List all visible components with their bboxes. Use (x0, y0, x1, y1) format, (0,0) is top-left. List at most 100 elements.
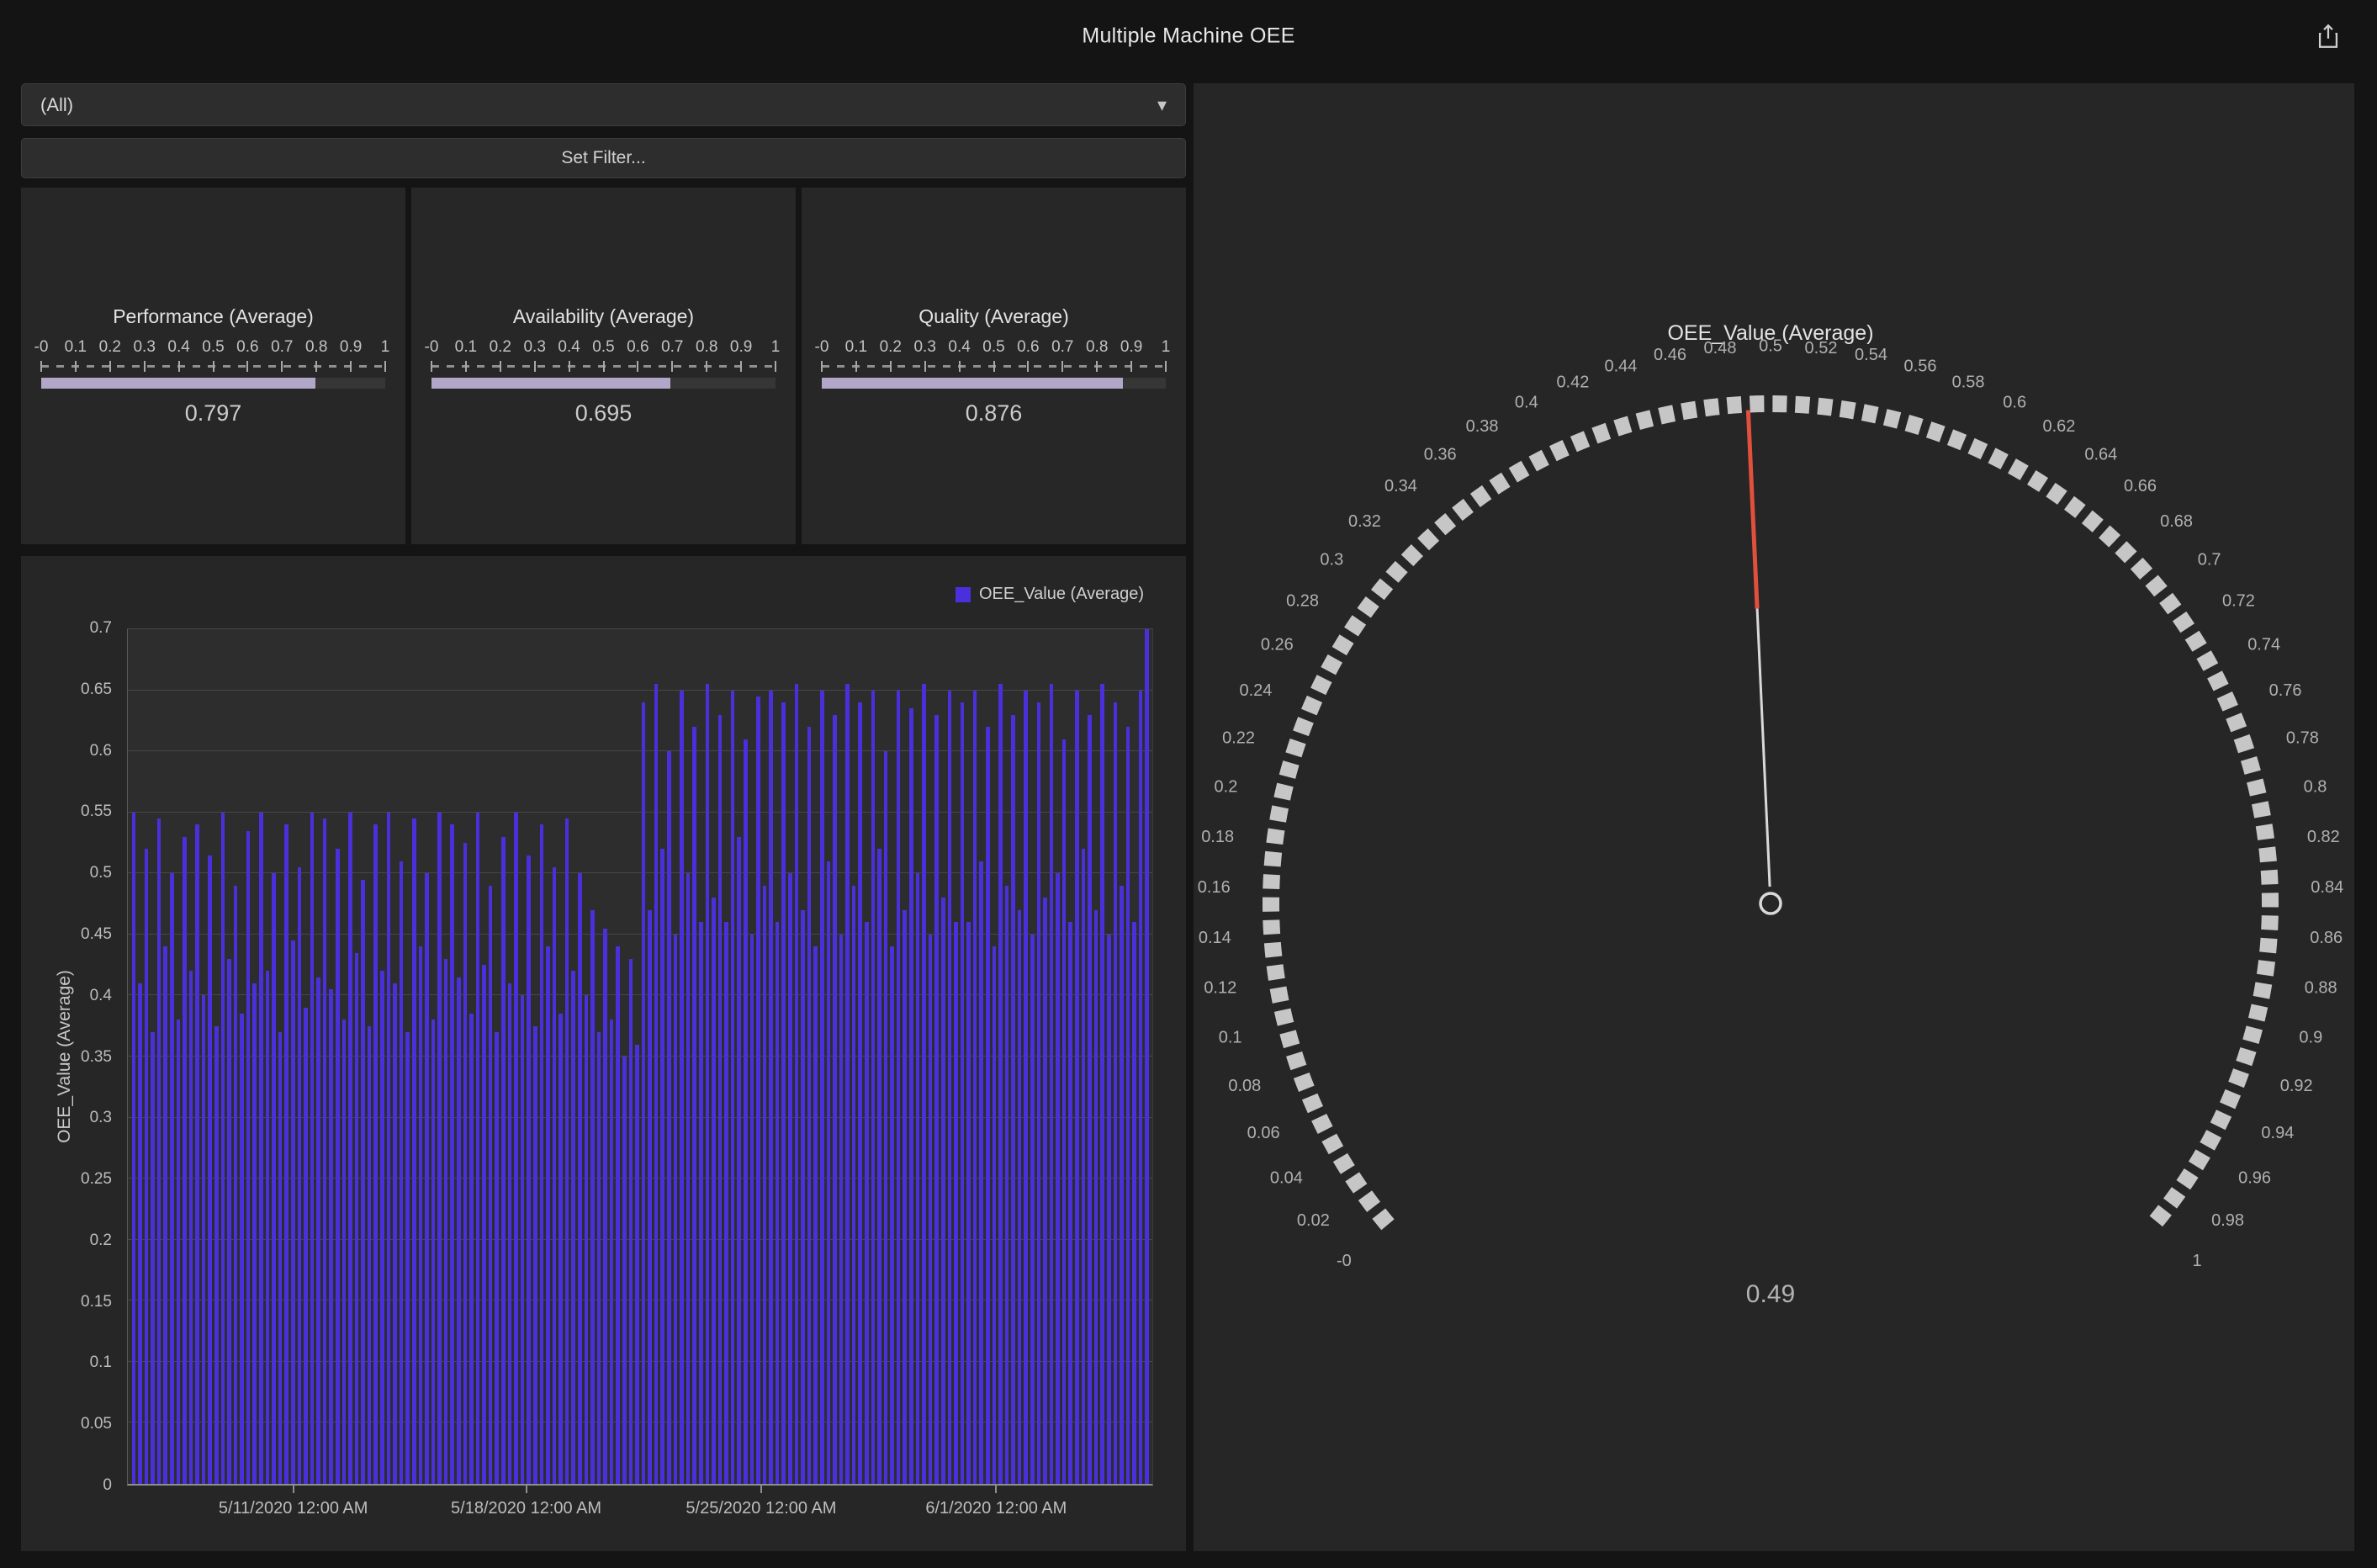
bar[interactable] (425, 873, 429, 1484)
bar[interactable] (214, 1026, 219, 1484)
bar[interactable] (482, 965, 486, 1484)
bar[interactable] (540, 824, 544, 1484)
bar[interactable] (616, 946, 620, 1484)
bar[interactable] (355, 953, 359, 1484)
bar[interactable] (132, 813, 136, 1484)
bar[interactable] (858, 702, 862, 1484)
bar[interactable] (934, 715, 939, 1484)
bar[interactable] (635, 1045, 639, 1485)
bar[interactable] (202, 995, 206, 1484)
bar[interactable] (272, 873, 276, 1484)
bar[interactable] (1062, 739, 1067, 1484)
bar[interactable] (284, 824, 289, 1484)
bar[interactable] (852, 886, 856, 1484)
bar[interactable] (380, 971, 384, 1484)
bar[interactable] (444, 959, 448, 1484)
bar[interactable] (706, 684, 710, 1484)
bar[interactable] (495, 1032, 499, 1484)
bar[interactable] (195, 824, 199, 1484)
bar[interactable] (648, 910, 652, 1484)
bar[interactable] (348, 813, 352, 1484)
bar[interactable] (183, 837, 187, 1484)
bar[interactable] (405, 1032, 410, 1484)
bar[interactable] (1139, 691, 1143, 1484)
bar[interactable] (610, 1020, 614, 1484)
bar[interactable] (603, 929, 607, 1484)
bar[interactable] (877, 849, 881, 1484)
bar[interactable] (227, 959, 231, 1484)
bar[interactable] (903, 910, 907, 1484)
bar[interactable] (501, 837, 506, 1484)
bar[interactable] (1100, 684, 1104, 1484)
bar[interactable] (521, 995, 525, 1484)
bar[interactable] (827, 861, 831, 1484)
bar[interactable] (724, 922, 728, 1484)
share-button[interactable] (2310, 18, 2347, 55)
bar[interactable] (890, 946, 894, 1484)
bar[interactable] (795, 684, 799, 1484)
bar[interactable] (1011, 715, 1015, 1484)
bar[interactable] (763, 886, 767, 1484)
bar[interactable] (514, 813, 518, 1484)
machine-filter-dropdown[interactable]: (All) ▾ (21, 83, 1186, 126)
bar[interactable] (1018, 910, 1022, 1484)
bar[interactable] (788, 873, 792, 1484)
bar[interactable] (1120, 886, 1124, 1484)
bar[interactable] (329, 989, 333, 1484)
bar[interactable] (718, 715, 723, 1484)
bar[interactable] (1114, 702, 1118, 1484)
bar[interactable] (476, 813, 480, 1484)
bar[interactable] (1088, 715, 1092, 1484)
bar[interactable] (368, 1026, 372, 1484)
bar[interactable] (865, 922, 869, 1484)
bar[interactable] (463, 843, 468, 1484)
bar[interactable] (291, 940, 295, 1484)
bar[interactable] (1094, 910, 1099, 1484)
bar[interactable] (157, 818, 161, 1484)
bar[interactable] (750, 935, 754, 1484)
bar[interactable] (813, 946, 818, 1484)
bar[interactable] (437, 813, 442, 1484)
bar[interactable] (457, 977, 461, 1484)
bar[interactable] (170, 873, 174, 1484)
bar[interactable] (839, 935, 844, 1484)
bar[interactable] (776, 922, 780, 1484)
bar[interactable] (316, 977, 320, 1484)
bar[interactable] (412, 818, 416, 1484)
bar[interactable] (278, 1032, 283, 1484)
bar[interactable] (680, 691, 684, 1484)
bar[interactable] (527, 856, 531, 1484)
bar[interactable] (336, 849, 340, 1484)
bar[interactable] (973, 691, 977, 1484)
bar[interactable] (373, 824, 378, 1484)
bar[interactable] (1068, 922, 1072, 1484)
bar[interactable] (546, 946, 550, 1484)
bar[interactable] (884, 751, 888, 1484)
bar[interactable] (737, 837, 741, 1484)
bar[interactable] (1037, 702, 1041, 1484)
bar[interactable] (304, 1008, 308, 1484)
bar[interactable] (585, 995, 589, 1484)
bar[interactable] (801, 910, 805, 1484)
bar[interactable] (922, 684, 926, 1484)
bar[interactable] (234, 886, 238, 1484)
bar[interactable] (1075, 691, 1079, 1484)
bar[interactable] (533, 1026, 537, 1484)
bar[interactable] (660, 849, 664, 1484)
bar[interactable] (769, 691, 773, 1484)
bar[interactable] (731, 691, 735, 1484)
bar[interactable] (820, 691, 824, 1484)
bar[interactable] (871, 691, 876, 1484)
bar[interactable] (597, 1032, 601, 1484)
bar[interactable] (1056, 873, 1060, 1484)
bar[interactable] (565, 818, 569, 1484)
bar[interactable] (986, 727, 990, 1484)
bar[interactable] (221, 813, 225, 1484)
bar[interactable] (145, 849, 149, 1484)
bar[interactable] (240, 1014, 244, 1484)
bar[interactable] (508, 983, 512, 1484)
bar[interactable] (756, 697, 760, 1484)
bar[interactable] (674, 935, 678, 1484)
bar[interactable] (266, 971, 270, 1484)
set-filter-button[interactable]: Set Filter... (21, 138, 1186, 178)
